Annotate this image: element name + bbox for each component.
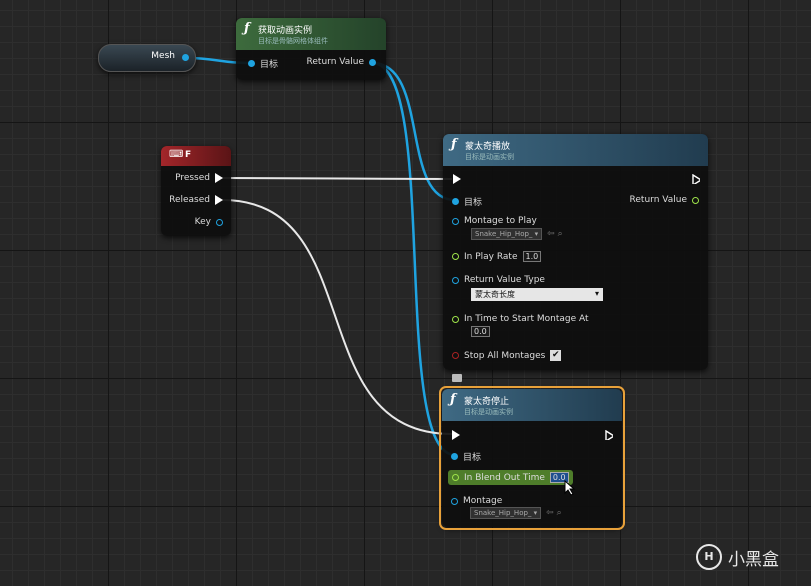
key-label: Key: [194, 217, 211, 227]
play-rate-row[interactable]: In Play Rate 1.0: [452, 251, 542, 262]
play-rate-input[interactable]: 1.0: [522, 251, 542, 262]
play-rate-label: In Play Rate: [464, 251, 518, 262]
montage-pin[interactable]: [452, 217, 459, 225]
function-icon: ƒ: [244, 21, 250, 36]
return-value-label: Return Value: [306, 57, 364, 67]
rv-type-label-row: Return Value Type: [452, 275, 545, 285]
xiaoheihe-logo-icon: H: [696, 544, 722, 570]
keyboard-icon: ⌨: [169, 149, 184, 160]
start-pin[interactable]: [452, 315, 459, 323]
node-subtitle: 目标是骨骼网格体组件: [258, 37, 328, 45]
mouse-cursor-icon: [564, 480, 576, 496]
collapse-arrow-icon[interactable]: [452, 374, 462, 382]
montage-to-play-label: Montage to Play: [464, 216, 537, 226]
target-pin[interactable]: [248, 60, 255, 67]
get-anim-instance-node[interactable]: ƒ 获取动画实例 目标是骨骼网格体组件 目标 Return Value: [236, 18, 386, 80]
mesh-output-pin[interactable]: [182, 54, 189, 61]
released-exec-pin[interactable]: [215, 195, 223, 205]
rv-type-value: 蒙太奇长度: [475, 290, 515, 299]
node-title: 获取动画实例: [258, 26, 313, 36]
key-struct-pin[interactable]: [216, 218, 223, 226]
function-icon: ƒ: [451, 137, 457, 152]
exec-out-pin[interactable]: [692, 174, 700, 184]
return-value-label: Return Value: [629, 195, 687, 205]
node-title: 蒙太奇播放: [465, 142, 511, 152]
return-value-row[interactable]: Return Value: [307, 57, 376, 67]
montage-select-value: Snake_Hip_Hop_: [475, 230, 533, 238]
target-pin[interactable]: [452, 198, 459, 205]
watermark-text: 小黑盒: [728, 549, 779, 570]
stop-all-row[interactable]: Stop All Montages ✔: [452, 350, 562, 361]
pressed-exec-pin[interactable]: [215, 173, 223, 183]
selection-outline: [439, 386, 625, 530]
chevron-down-icon: ▾: [594, 289, 599, 298]
mesh-label: Mesh: [151, 51, 175, 61]
target-row[interactable]: 目标: [452, 195, 482, 208]
pressed-label: Pressed: [175, 173, 210, 183]
rv-type-label: Return Value Type: [464, 275, 545, 285]
play-rate-pin[interactable]: [452, 253, 459, 260]
mesh-variable-node[interactable]: Mesh: [98, 44, 196, 72]
montage-label-row: Montage to Play: [452, 216, 537, 226]
rv-type-pin[interactable]: [452, 276, 459, 284]
node-subtitle: 目标是动画实例: [465, 153, 514, 161]
return-value-pin[interactable]: [369, 58, 376, 66]
montage-select[interactable]: Snake_Hip_Hop_ ▾: [471, 228, 543, 240]
target-label: 目标: [464, 198, 483, 208]
pressed-row[interactable]: Pressed: [175, 173, 223, 183]
stop-all-label: Stop All Montages: [464, 350, 546, 361]
rv-type-dropdown[interactable]: 蒙太奇长度 ▾: [471, 288, 603, 301]
play-montage-header: ƒ 蒙太奇播放 目标是动画实例: [443, 134, 708, 166]
watermark: H 小黑盒: [696, 544, 779, 570]
key-node-header: ⌨ F: [161, 146, 231, 166]
stop-all-pin[interactable]: [452, 352, 459, 359]
released-row[interactable]: Released: [169, 195, 223, 205]
released-label: Released: [169, 195, 210, 205]
return-value-pin[interactable]: [692, 196, 699, 204]
start-label-row: In Time to Start Montage At: [452, 314, 589, 324]
stop-all-checkbox[interactable]: ✔: [550, 350, 562, 361]
start-input[interactable]: 0.0: [471, 326, 490, 337]
exec-in-pin[interactable]: [453, 174, 461, 184]
key-node-title: F: [185, 150, 192, 160]
target-label: 目标: [260, 60, 279, 70]
play-montage-node[interactable]: ƒ 蒙太奇播放 目标是动画实例 目标 Return Value Montage …: [443, 134, 708, 370]
start-label: In Time to Start Montage At: [464, 314, 589, 324]
rv-type-select-row[interactable]: 蒙太奇长度 ▾: [471, 288, 603, 301]
start-input-row[interactable]: 0.0: [471, 326, 490, 337]
target-input-row[interactable]: 目标: [248, 57, 278, 70]
input-key-f-node[interactable]: ⌨ F Pressed Released Key: [161, 146, 231, 236]
return-value-row[interactable]: Return Value: [630, 195, 699, 205]
get-anim-instance-header: ƒ 获取动画实例 目标是骨骼网格体组件: [236, 18, 386, 50]
montage-select-row[interactable]: Snake_Hip_Hop_ ▾ ⇦ ⌕: [471, 228, 563, 240]
key-row[interactable]: Key: [195, 217, 223, 227]
use-selected-icon[interactable]: ⇦ ⌕: [547, 229, 562, 239]
